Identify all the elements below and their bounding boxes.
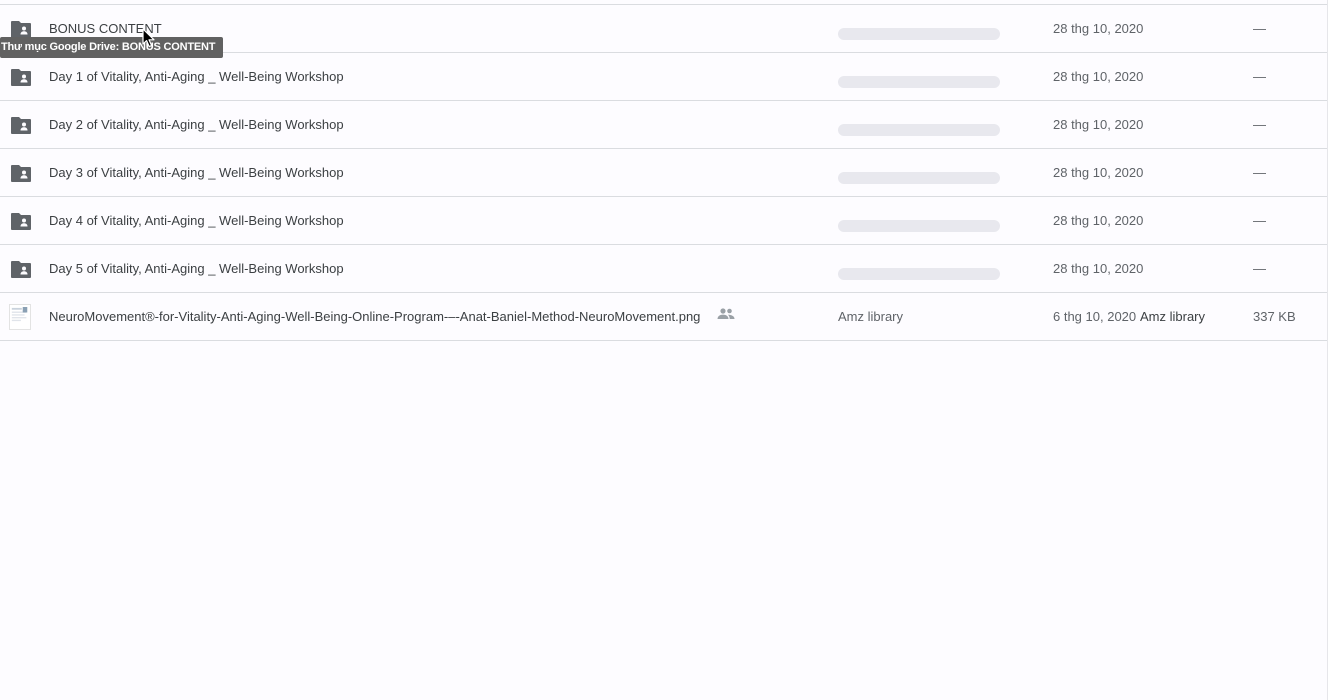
owner-loading-placeholder xyxy=(838,172,1000,184)
shared-folder-icon xyxy=(11,213,31,230)
mouse-pointer-icon xyxy=(142,28,155,48)
last-modified: 28 thg 10, 2020 xyxy=(1053,261,1144,276)
list-row-day-2[interactable]: Day 2 of Vitality, Anti-Aging _ Well-Bei… xyxy=(0,101,1328,149)
owner: Amz library xyxy=(838,309,904,324)
last-modified: 28 thg 10, 2020 xyxy=(1053,117,1144,132)
owner-loading-placeholder xyxy=(838,268,1000,280)
list-row-neuromovement-png[interactable]: NeuroMovement®-for-Vitality-Anti-Aging-W… xyxy=(0,293,1328,341)
file-size: — xyxy=(1253,117,1266,132)
last-modified: 28 thg 10, 2020 xyxy=(1053,21,1144,36)
shared-folder-icon xyxy=(11,117,31,134)
file-size: — xyxy=(1253,69,1266,84)
file-size: — xyxy=(1253,213,1266,228)
last-modified: 28 thg 10, 2020 xyxy=(1053,165,1144,180)
file-name[interactable]: Day 5 of Vitality, Anti-Aging _ Well-Bei… xyxy=(49,261,344,276)
modified-by: Amz library xyxy=(1140,309,1206,324)
list-row-day-4[interactable]: Day 4 of Vitality, Anti-Aging _ Well-Bei… xyxy=(0,197,1328,245)
last-modified: 28 thg 10, 2020 xyxy=(1053,213,1144,228)
image-thumbnail-icon xyxy=(9,304,31,330)
file-size: 337 KB xyxy=(1253,309,1296,324)
file-name[interactable]: Day 1 of Vitality, Anti-Aging _ Well-Bei… xyxy=(49,69,344,84)
shared-folder-icon xyxy=(11,261,31,278)
file-size: — xyxy=(1253,261,1266,276)
shared-folder-icon xyxy=(11,21,31,38)
owner-loading-placeholder xyxy=(838,76,1000,88)
owner-loading-placeholder xyxy=(838,124,1000,136)
owner-loading-placeholder xyxy=(838,28,1000,40)
list-row-day-1[interactable]: Day 1 of Vitality, Anti-Aging _ Well-Bei… xyxy=(0,53,1328,101)
list-row-day-3[interactable]: Day 3 of Vitality, Anti-Aging _ Well-Bei… xyxy=(0,149,1328,197)
file-name[interactable]: NeuroMovement®-for-Vitality-Anti-Aging-W… xyxy=(49,309,700,324)
file-name[interactable]: Day 4 of Vitality, Anti-Aging _ Well-Bei… xyxy=(49,213,344,228)
owner-loading-placeholder xyxy=(838,220,1000,232)
list-row-day-5[interactable]: Day 5 of Vitality, Anti-Aging _ Well-Bei… xyxy=(0,245,1328,293)
file-size: — xyxy=(1253,165,1266,180)
people-icon xyxy=(717,308,735,319)
last-modified: 6 thg 10, 2020 xyxy=(1053,309,1137,324)
file-size: — xyxy=(1253,21,1266,36)
shared-folder-icon xyxy=(11,69,31,86)
last-modified: 28 thg 10, 2020 xyxy=(1053,69,1144,84)
file-name[interactable]: Day 2 of Vitality, Anti-Aging _ Well-Bei… xyxy=(49,117,344,132)
file-name[interactable]: Day 3 of Vitality, Anti-Aging _ Well-Bei… xyxy=(49,165,344,180)
tooltip: Thư mục Google Drive: BONUS CONTENT xyxy=(0,37,224,58)
shared-folder-icon xyxy=(11,165,31,182)
